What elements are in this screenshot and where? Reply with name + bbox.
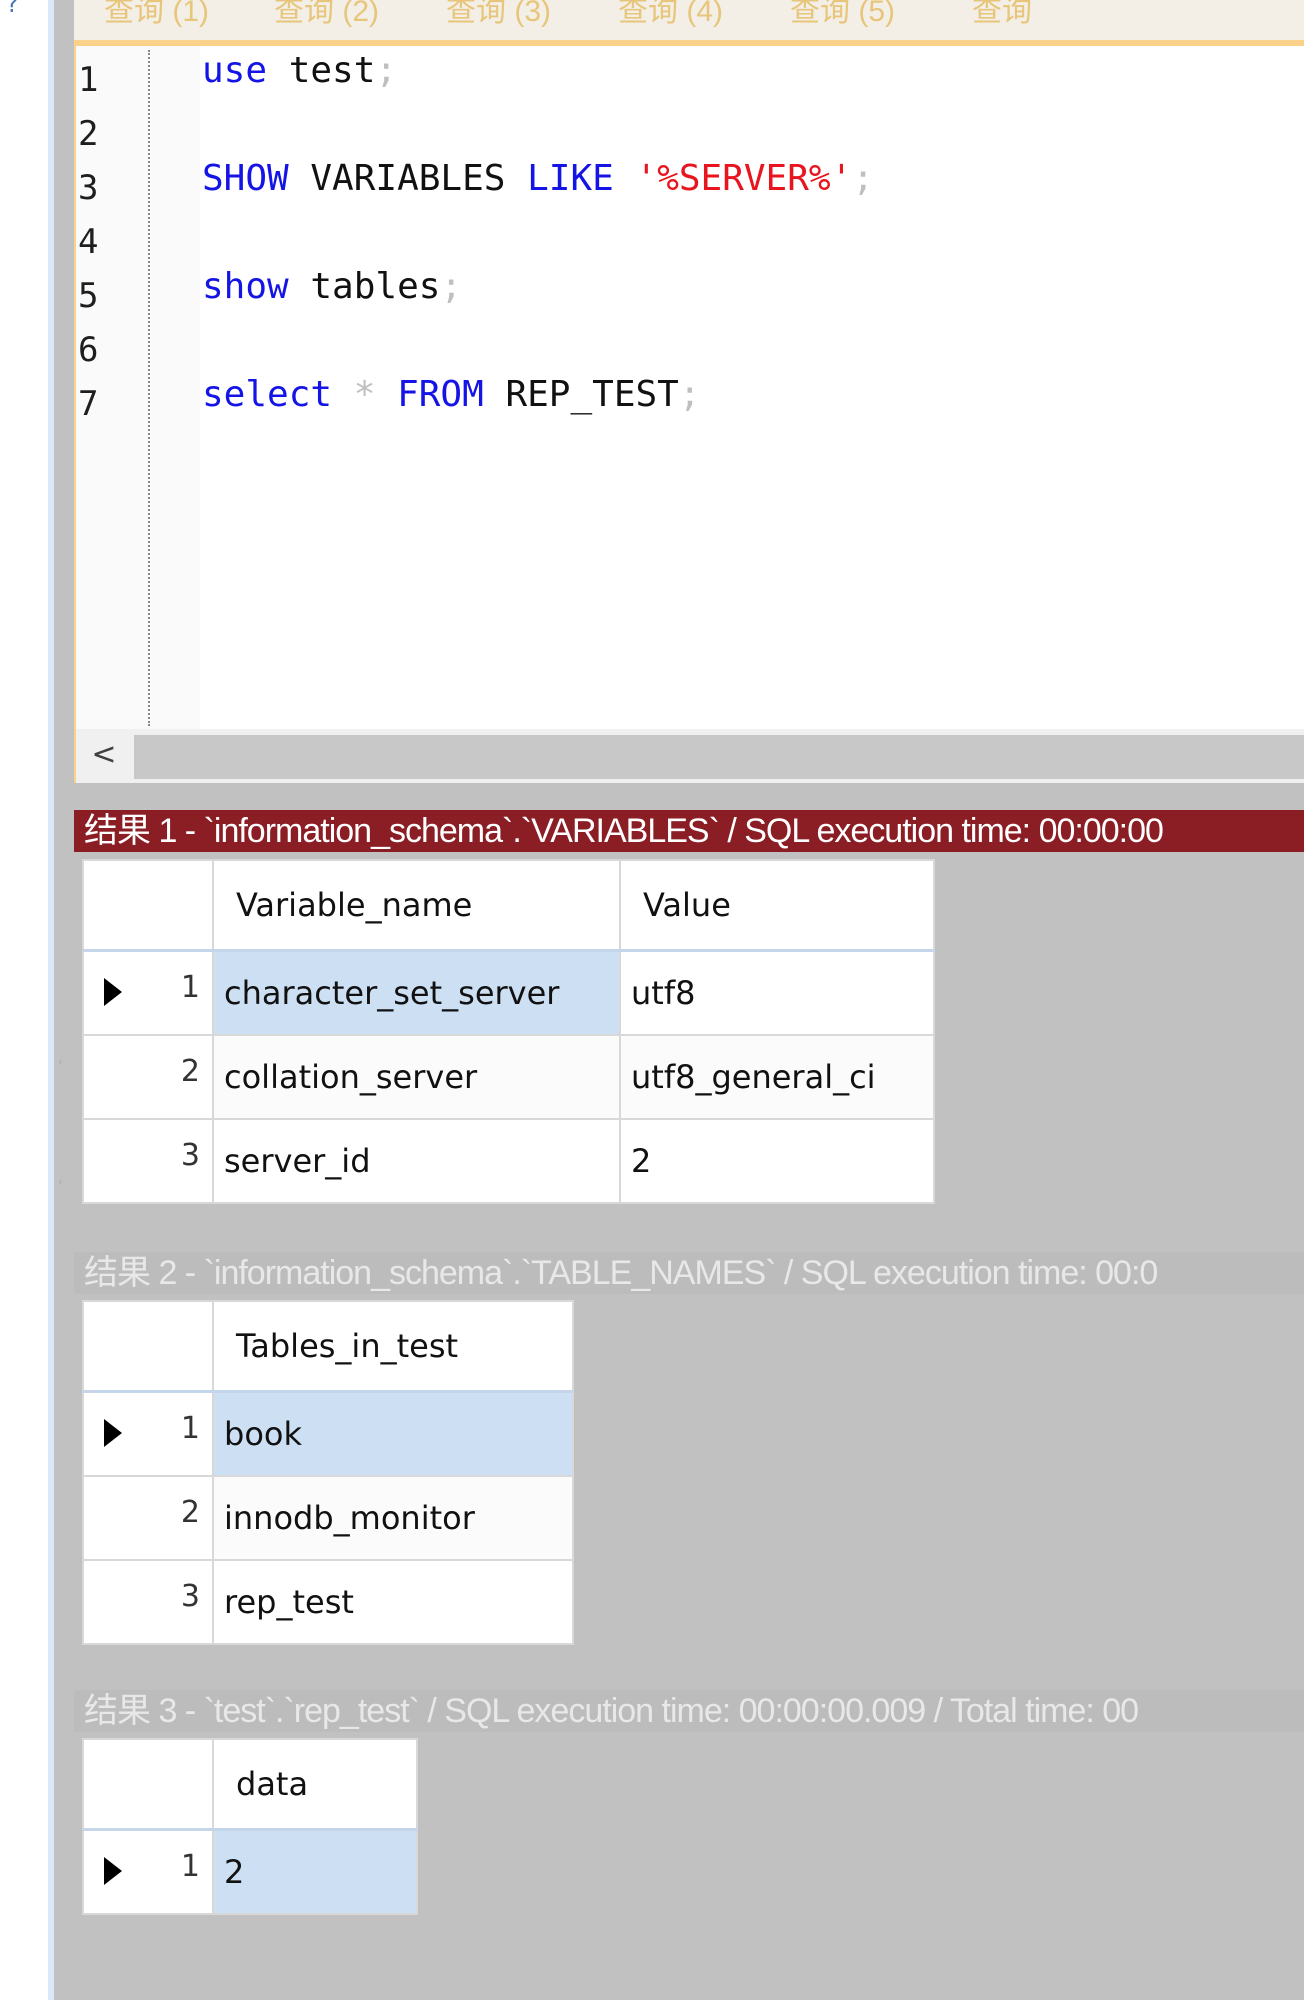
splitter-arrow-icon[interactable]: ‹ — [58, 1175, 64, 1189]
column-header[interactable]: data — [212, 1738, 418, 1831]
left-panel-border — [48, 0, 54, 2000]
row-header[interactable]: 3 — [82, 1559, 214, 1645]
keyword: FROM — [397, 374, 484, 415]
code-text: VARIABLES — [288, 158, 528, 199]
row-number: 2 — [180, 1054, 200, 1089]
row-header[interactable]: 1 — [82, 1828, 214, 1915]
help-icon[interactable]: ? — [6, 0, 19, 18]
table-row[interactable]: 1 book — [82, 1390, 574, 1477]
keyword: LIKE — [527, 158, 614, 199]
code-text: test — [267, 50, 376, 91]
result-3-grid: data 1 2 — [82, 1738, 418, 1915]
row-number: 1 — [180, 1849, 200, 1884]
scrollbar-track[interactable] — [134, 735, 1304, 779]
column-header[interactable]: Variable_name — [212, 859, 621, 952]
column-header[interactable]: Value — [619, 859, 935, 952]
line-number: 7 — [78, 384, 99, 424]
keyword: show — [202, 266, 289, 307]
table-cell[interactable]: book — [212, 1390, 574, 1477]
tab-query-1[interactable]: 查询 (1) — [104, 0, 209, 30]
row-pointer-icon — [104, 1419, 122, 1447]
line-number: 6 — [78, 330, 99, 370]
table-cell[interactable]: 2 — [619, 1118, 935, 1204]
row-header[interactable]: 1 — [82, 949, 214, 1036]
tab-query-4[interactable]: 查询 (4) — [618, 0, 723, 30]
row-pointer-icon — [104, 1857, 122, 1885]
tab-query-6[interactable]: 查询 — [972, 0, 1032, 30]
query-tab-bar: 查询 (1) 查询 (2) 查询 (3) 查询 (4) 查询 (5) 查询 — [74, 0, 1304, 46]
column-header[interactable]: Tables_in_test — [212, 1300, 574, 1393]
table-cell[interactable]: rep_test — [212, 1559, 574, 1645]
line-number: 4 — [78, 222, 99, 262]
fold-guide — [148, 50, 150, 726]
table-row[interactable]: 1 character_set_server utf8 — [82, 949, 935, 1036]
row-header[interactable]: 2 — [82, 1034, 214, 1120]
grid-corner — [82, 1300, 214, 1393]
semicolon: ; — [375, 50, 398, 91]
scroll-left-icon[interactable]: < — [84, 735, 124, 775]
table-row[interactable]: 1 2 — [82, 1828, 418, 1915]
line-number: 3 — [78, 168, 99, 208]
string-literal: '%SERVER%' — [635, 158, 853, 199]
result-1-grid: Variable_name Value 1 character_set_serv… — [82, 859, 935, 1204]
code-text: REP_TEST — [483, 374, 679, 415]
table-cell[interactable]: 2 — [212, 1828, 418, 1915]
semicolon: ; — [440, 266, 463, 307]
result-1-header[interactable]: 结果 1 - `information_schema`.`VARIABLES` … — [74, 810, 1304, 852]
table-cell[interactable]: utf8_general_ci — [619, 1034, 935, 1120]
table-row[interactable]: 2 innodb_monitor — [82, 1475, 574, 1561]
line-number: 1 — [78, 60, 99, 100]
tab-query-5[interactable]: 查询 (5) — [790, 0, 895, 30]
code-line-3: SHOW VARIABLES LIKE '%SERVER%'; — [202, 158, 874, 199]
table-row[interactable]: 3 server_id 2 — [82, 1118, 935, 1204]
row-pointer-icon — [104, 978, 122, 1006]
row-header[interactable]: 2 — [82, 1475, 214, 1561]
sql-editor[interactable]: 1 2 3 4 5 6 7 use test; SHOW VARIABLES L… — [74, 46, 1304, 729]
line-number: 2 — [78, 114, 99, 154]
table-cell[interactable]: collation_server — [212, 1034, 621, 1120]
table-cell[interactable]: utf8 — [619, 949, 935, 1036]
keyword: use — [202, 50, 268, 91]
left-panel-edge: ? — [0, 0, 54, 2000]
table-cell[interactable]: character_set_server — [212, 949, 621, 1036]
semicolon: ; — [852, 158, 874, 199]
row-number: 1 — [180, 1411, 200, 1446]
result-2-header[interactable]: 结果 2 - `information_schema`.`TABLE_NAMES… — [74, 1252, 1304, 1294]
editor-horizontal-scrollbar[interactable]: < — [74, 729, 1304, 783]
result-3-header[interactable]: 结果 3 - `test`.`rep_test` / SQL execution… — [74, 1690, 1304, 1732]
table-row[interactable]: 3 rep_test — [82, 1559, 574, 1645]
line-number: 5 — [78, 276, 99, 316]
splitter-arrow-icon[interactable]: ‹ — [58, 1055, 64, 1069]
grid-corner — [82, 859, 214, 952]
grid-corner — [82, 1738, 214, 1831]
row-number: 3 — [180, 1579, 200, 1614]
row-number: 3 — [180, 1138, 200, 1173]
code-line-1: use test; — [202, 50, 397, 91]
table-cell[interactable]: server_id — [212, 1118, 621, 1204]
tab-query-2[interactable]: 查询 (2) — [274, 0, 379, 30]
table-cell[interactable]: innodb_monitor — [212, 1475, 574, 1561]
row-number: 2 — [180, 1495, 200, 1530]
row-number: 1 — [180, 970, 200, 1005]
semicolon: ; — [678, 374, 701, 415]
row-header[interactable]: 3 — [82, 1118, 214, 1204]
table-row[interactable]: 2 collation_server utf8_general_ci — [82, 1034, 935, 1120]
row-header[interactable]: 1 — [82, 1390, 214, 1477]
code-text: tables — [288, 266, 441, 307]
operator: * — [332, 374, 398, 415]
code-line-5: show tables; — [202, 266, 462, 307]
line-number-gutter: 1 2 3 4 5 6 7 — [76, 46, 200, 729]
tab-query-3[interactable]: 查询 (3) — [446, 0, 551, 30]
code-line-7: select * FROM REP_TEST; — [202, 374, 701, 415]
keyword: SHOW — [202, 158, 289, 199]
query-workspace: 查询 (1) 查询 (2) 查询 (3) 查询 (4) 查询 (5) 查询 1 … — [74, 0, 1304, 2000]
keyword: select — [202, 374, 333, 415]
result-2-grid: Tables_in_test 1 book 2 innodb_monitor 3… — [82, 1300, 574, 1645]
